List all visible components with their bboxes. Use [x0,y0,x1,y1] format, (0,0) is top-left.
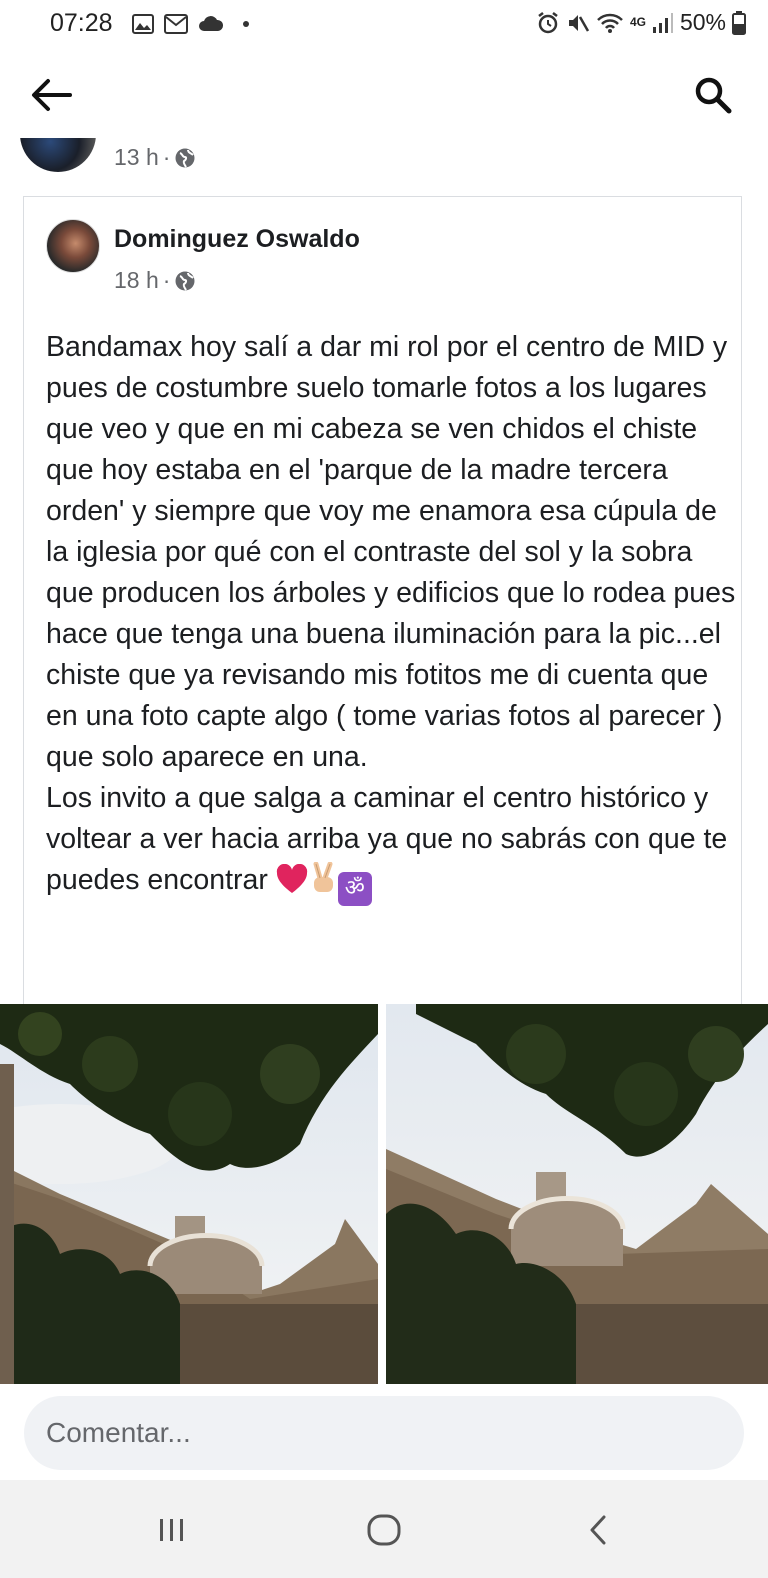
church-dome-photo-1[interactable] [0,1004,378,1384]
wifi-icon [597,13,623,33]
status-time: 07:28 [50,9,113,37]
globe-icon [175,148,195,167]
4g-signal-icon: 4G [629,15,646,29]
image-icon [132,14,154,34]
search-icon [695,77,732,114]
battery-percent: 50% [679,9,726,35]
post-body-text: Bandamax hoy salí a dar mi rol por el ce… [46,331,736,896]
church-dome-photo-2[interactable] [386,1004,768,1384]
back-button[interactable] [26,70,76,120]
post-body: Bandamax hoy salí a dar mi rol por el ce… [46,327,736,906]
back-icon [590,1515,606,1545]
avatar[interactable] [46,219,100,273]
signal-bars-icon [652,12,673,33]
mute-icon [568,14,590,32]
author-name[interactable]: Dominguez Oswaldo [114,225,360,254]
globe-icon [175,271,195,290]
meta-separator: · [162,144,171,170]
shared-post-time[interactable]: 18 h [114,267,159,294]
home-icon [367,1514,401,1546]
shared-post-meta: 18 h · [114,267,196,294]
cloud-icon [199,16,224,31]
heart-emoji [276,864,307,893]
comment-input[interactable] [24,1396,744,1470]
om-emoji: ॐ [337,872,372,906]
alarm-icon [538,11,558,33]
status-bar: 07:28 4G 50% [0,0,768,48]
parent-post-header: 13 h · [0,138,768,190]
peace-hand-emoji [313,862,333,892]
dot-icon [243,21,249,27]
photo-grid [0,1004,768,1384]
search-button[interactable] [688,70,738,120]
battery-icon [732,10,746,35]
arrow-left-icon [32,79,72,111]
system-nav-bar [0,1480,768,1578]
recents-button[interactable] [142,1506,202,1554]
recents-icon [160,1519,183,1541]
comment-bar [0,1384,768,1480]
mail-icon [164,14,188,34]
parent-post-time[interactable]: 13 h [114,144,159,171]
meta-separator: · [162,267,171,293]
app-bar [0,50,768,138]
parent-post-avatar[interactable] [20,138,96,172]
parent-post-meta: 13 h · [114,144,196,171]
nav-back-button[interactable] [568,1506,628,1554]
home-button[interactable] [354,1506,414,1554]
